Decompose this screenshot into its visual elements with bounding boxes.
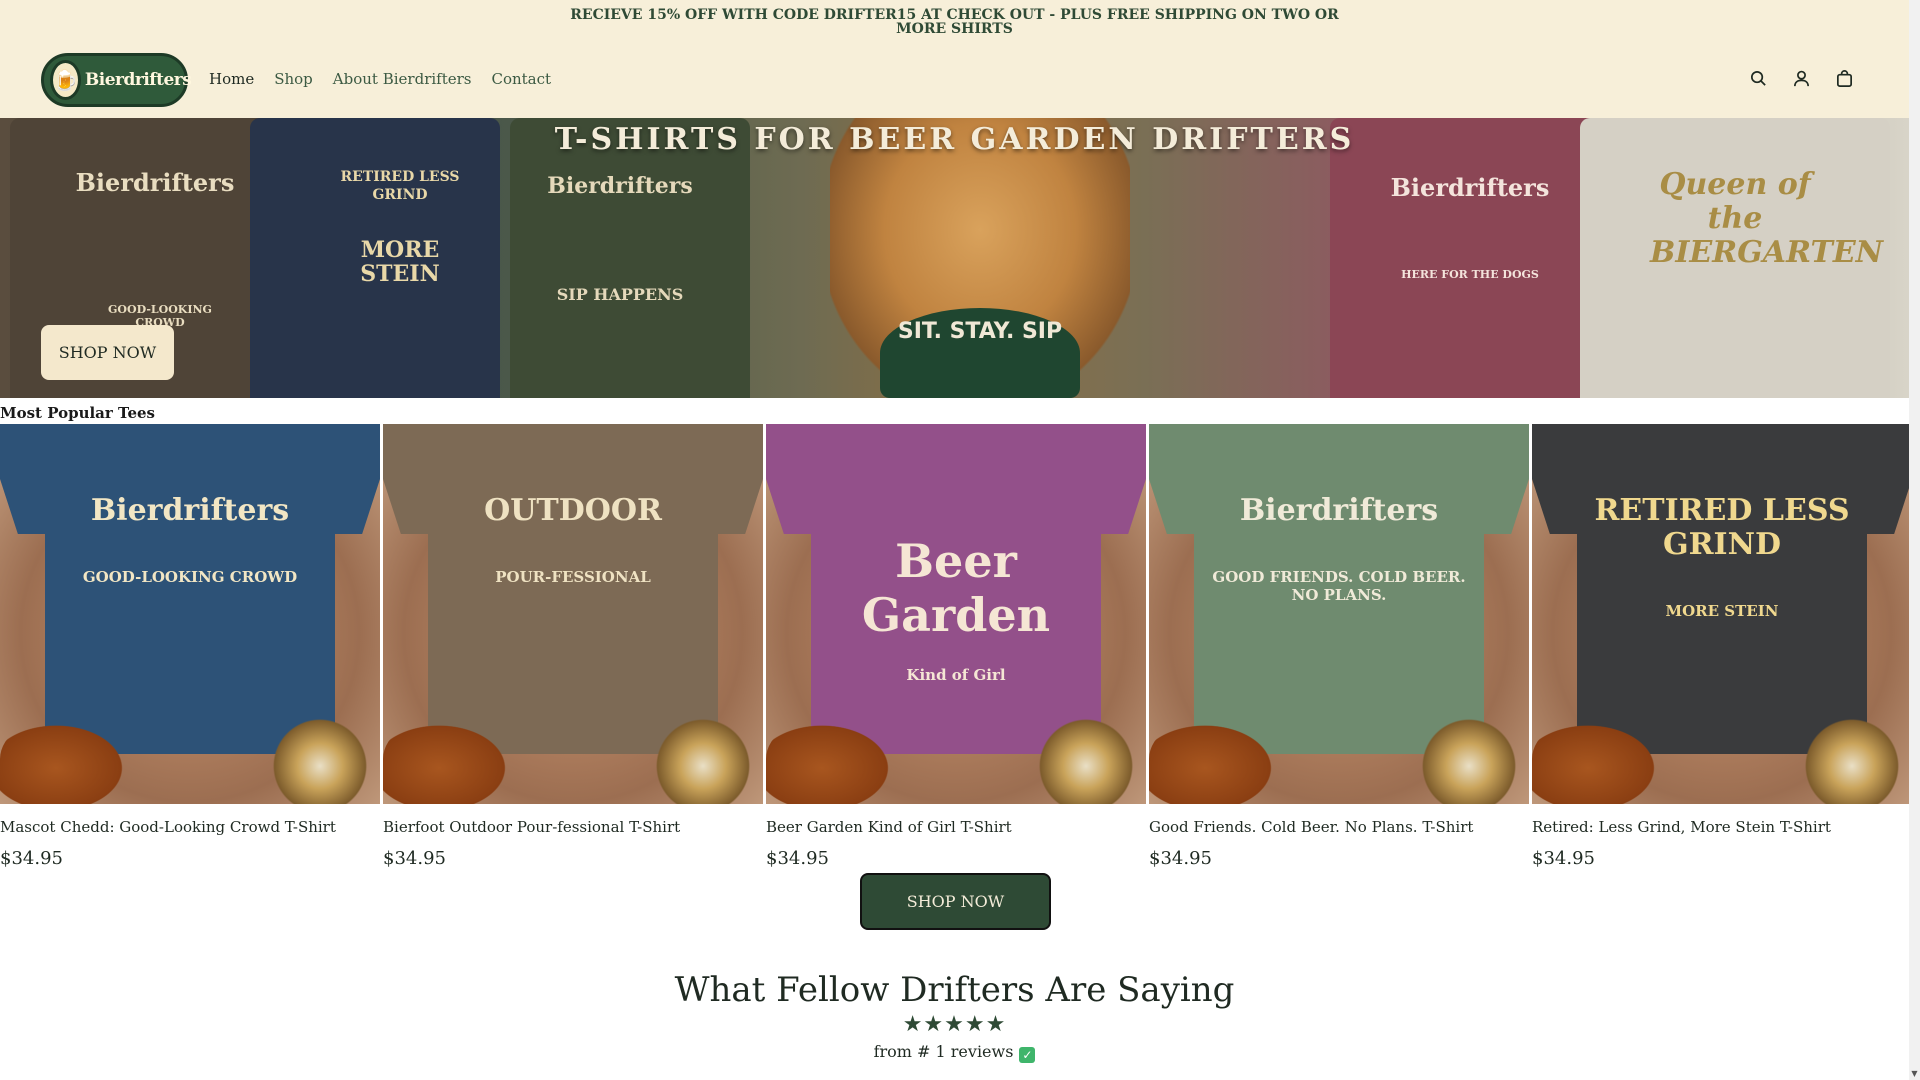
- hero-title: T-SHIRTS FOR BEER GARDEN DRIFTERS: [554, 122, 1355, 157]
- shirt-print: Bierdrifters GOOD FRIENDS. COLD BEER. NO …: [1209, 493, 1469, 605]
- product-image[interactable]: Bierdrifters GOOD FRIENDS. COLD BEER. NO …: [1149, 424, 1529, 804]
- pretzel-image: [0, 714, 140, 804]
- beer-stein-image: [270, 709, 370, 804]
- hero-shop-now-button[interactable]: SHOP NOW: [41, 325, 174, 380]
- logo-text: Bierdrifters: [84, 70, 192, 90]
- product-price: $34.95: [383, 848, 446, 869]
- shirt-print: RETIRED LESS GRIND MORE STEIN: [1592, 493, 1852, 621]
- shirt-print-text: Bierdrifters: [75, 168, 235, 197]
- pretzel-image: [383, 714, 523, 804]
- nav-about[interactable]: About Bierdrifters: [333, 70, 472, 88]
- shirt-print-text: Bierdrifters: [547, 173, 693, 199]
- shirt-print-text: Queen of the BIERGARTEN: [1650, 167, 1884, 270]
- section-title: Most Popular Tees: [0, 404, 155, 422]
- verified-icon: ✓: [1019, 1047, 1036, 1063]
- shirt-print-top: RETIRED LESS GRIND: [1594, 493, 1850, 562]
- beer-stein-image: [1036, 709, 1136, 804]
- shirt-print-bottom: POUR-FESSIONAL: [495, 568, 651, 586]
- product-image[interactable]: Bierdrifters GOOD-LOOKING CROWD: [0, 424, 380, 804]
- product-image[interactable]: RETIRED LESS GRIND MORE STEIN: [1532, 424, 1912, 804]
- reviews-count-text: from # 1 reviews: [873, 1042, 1014, 1061]
- shirt-print-text: Bierdrifters: [1390, 173, 1550, 202]
- nav-home[interactable]: Home: [209, 70, 254, 88]
- hero-banner: SIT. STAY. SIP Bierdrifters GOOD-LOOKING…: [0, 118, 1909, 398]
- product-name[interactable]: Mascot Chedd: Good-Looking Crowd T-Shirt: [0, 818, 380, 836]
- product-name[interactable]: Bierfoot Outdoor Pour-fessional T-Shirt: [383, 818, 763, 836]
- pretzel-image: [1149, 714, 1289, 804]
- shirt-print-bottom: MORE STEIN: [1665, 602, 1779, 620]
- hero-shirt: [510, 118, 750, 398]
- shirt-print-text: HERE FOR THE DOGS: [1401, 268, 1539, 281]
- product-image[interactable]: Beer Garden Kind of Girl: [766, 424, 1146, 804]
- site-header: RECIEVE 15% OFF WITH CODE DRIFTER15 AT C…: [0, 0, 1909, 118]
- announcement-line-2: MORE SHIRTS: [896, 21, 1013, 37]
- shirt-print-text: SIP HAPPENS: [556, 285, 684, 304]
- reviews-count: from # 1 reviews ✓: [0, 1042, 1909, 1063]
- nav-shop[interactable]: Shop: [274, 70, 313, 88]
- beer-stein-image: [1419, 709, 1519, 804]
- beer-stein-image: [653, 709, 753, 804]
- account-icon[interactable]: [1792, 69, 1811, 88]
- shirt-print: OUTDOOR POUR-FESSIONAL: [443, 493, 703, 587]
- shirt-print-text: MORE STEIN: [360, 237, 440, 287]
- shirt-print-top: Bierdrifters: [90, 493, 290, 528]
- shirt-print-bottom: GOOD-LOOKING CROWD: [82, 568, 298, 586]
- shirt-print-bottom: GOOD FRIENDS. COLD BEER. NO PLANS.: [1212, 568, 1466, 604]
- star-rating: ★★★★★: [902, 1012, 1007, 1037]
- product-image[interactable]: OUTDOOR POUR-FESSIONAL: [383, 424, 763, 804]
- product-grid: Bierdrifters GOOD-LOOKING CROWD Mascot Che…: [0, 424, 1912, 869]
- product-name[interactable]: Beer Garden Kind of Girl T-Shirt: [766, 818, 1146, 836]
- cart-icon[interactable]: [1835, 69, 1854, 88]
- pretzel-image: [766, 714, 906, 804]
- shirt-print-text: RETIRED LESS GRIND: [340, 169, 460, 203]
- hero-shirt: [1330, 118, 1600, 398]
- shirt-print: Beer Garden Kind of Girl: [826, 494, 1086, 684]
- beer-stein-image: [1802, 709, 1902, 804]
- site-logo[interactable]: 🍺 Bierdrifters: [41, 53, 192, 107]
- pretzel-image: [1532, 714, 1672, 804]
- shirt-print-bottom: Kind of Girl: [906, 666, 1006, 684]
- shirt-print-middle: Beer Garden: [861, 534, 1051, 642]
- shirt-print-top: Bierdrifters: [1239, 493, 1439, 528]
- product-price: $34.95: [1532, 848, 1595, 869]
- scrollbar[interactable]: ▼: [1909, 0, 1920, 1080]
- product-card[interactable]: Bierdrifters GOOD-LOOKING CROWD Mascot Che…: [0, 424, 380, 869]
- product-card[interactable]: RETIRED LESS GRIND MORE STEIN Retired: Les…: [1532, 424, 1912, 869]
- announcement-line-1: RECIEVE 15% OFF WITH CODE DRIFTER15 AT C…: [570, 7, 1339, 23]
- scroll-down-arrow-icon[interactable]: ▼: [1910, 1069, 1919, 1078]
- product-card[interactable]: Bierdrifters GOOD FRIENDS. COLD BEER. NO …: [1149, 424, 1529, 869]
- nav-contact[interactable]: Contact: [491, 70, 551, 88]
- main-nav: Home Shop About Bierdrifters Contact: [209, 70, 551, 88]
- shop-now-button[interactable]: SHOP NOW: [860, 873, 1051, 930]
- product-price: $34.95: [1149, 848, 1212, 869]
- search-icon[interactable]: [1749, 69, 1768, 88]
- product-price: $34.95: [0, 848, 63, 869]
- beer-mug-icon: 🍺: [50, 60, 81, 100]
- product-price: $34.95: [766, 848, 829, 869]
- reviews-title: What Fellow Drifters Are Saying: [674, 970, 1235, 1010]
- shirt-body: [428, 424, 718, 754]
- product-name[interactable]: Retired: Less Grind, More Stein T-Shirt: [1532, 818, 1912, 836]
- shirt-print-top: OUTDOOR: [484, 493, 662, 528]
- header-actions: [1749, 69, 1854, 88]
- shirt-body: [45, 424, 335, 754]
- product-card[interactable]: Beer Garden Kind of Girl Beer Garden Kind …: [766, 424, 1146, 869]
- dog-scarf-print: SIT. STAY. SIP: [880, 308, 1080, 398]
- product-card[interactable]: OUTDOOR POUR-FESSIONAL Bierfoot Outdoor Po…: [383, 424, 763, 869]
- product-name[interactable]: Good Friends. Cold Beer. No Plans. T-Shi…: [1149, 818, 1529, 836]
- shirt-print: Bierdrifters GOOD-LOOKING CROWD: [60, 493, 320, 587]
- announcement-bar: RECIEVE 15% OFF WITH CODE DRIFTER15 AT C…: [0, 8, 1909, 36]
